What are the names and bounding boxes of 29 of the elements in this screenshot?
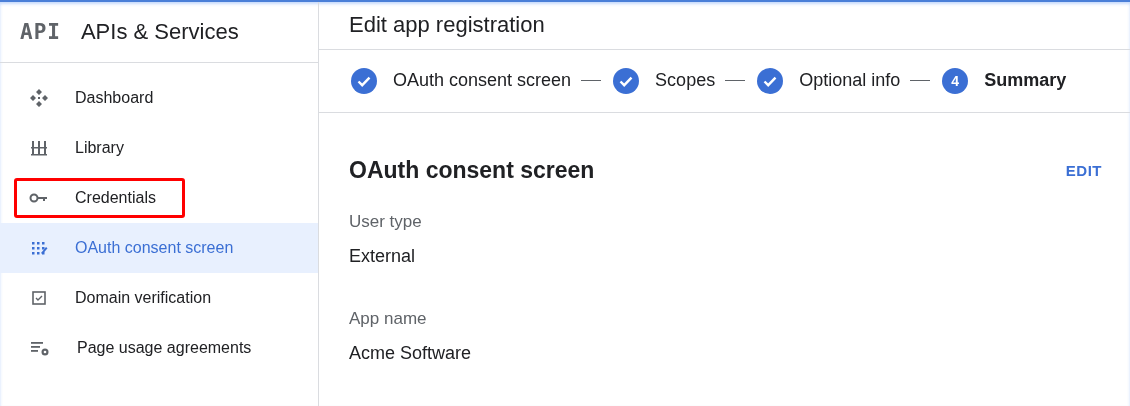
step-number: 4 (942, 67, 969, 94)
step-label[interactable]: Scopes (655, 70, 716, 92)
section-title: OAuth consent screen (349, 157, 595, 184)
api-logo: API (20, 20, 61, 44)
sidebar-label: Credentials (75, 189, 156, 207)
sidebar-item[interactable]: Library (0, 123, 318, 173)
sidebar-label: Dashboard (75, 89, 154, 107)
step-label[interactable]: OAuth consent screen (393, 70, 572, 92)
sidebar-item[interactable]: Dashboard (0, 73, 318, 123)
app-title: APIs & Services (80, 19, 239, 45)
field-label: User type (349, 212, 423, 232)
step-label[interactable]: Optional info (799, 70, 901, 92)
library-icon (29, 138, 49, 158)
field-value: External (349, 246, 417, 267)
checkbox-icon (29, 288, 49, 308)
sidebar-label: OAuth consent screen (75, 239, 234, 257)
sidebar-label: Domain verification (75, 289, 212, 307)
page-title: Edit app registration (319, 2, 1130, 50)
sidebar-item[interactable]: Credentials (0, 173, 318, 223)
field-value: Acme Software (349, 343, 473, 364)
sidebar-item[interactable]: Domain verification (0, 273, 318, 323)
edit-link[interactable]: EDIT (1065, 162, 1102, 179)
sidebar-item[interactable]: OAuth consent screen (0, 223, 318, 273)
diamond-grid-icon (29, 88, 49, 108)
step-label[interactable]: Summary (984, 70, 1067, 92)
sidebar-label: Page usage agreements (77, 339, 252, 357)
field-label: App name (349, 309, 428, 329)
sidebar-label: Library (75, 139, 124, 157)
sidebar-item[interactable]: Page usage agreements (0, 323, 318, 373)
